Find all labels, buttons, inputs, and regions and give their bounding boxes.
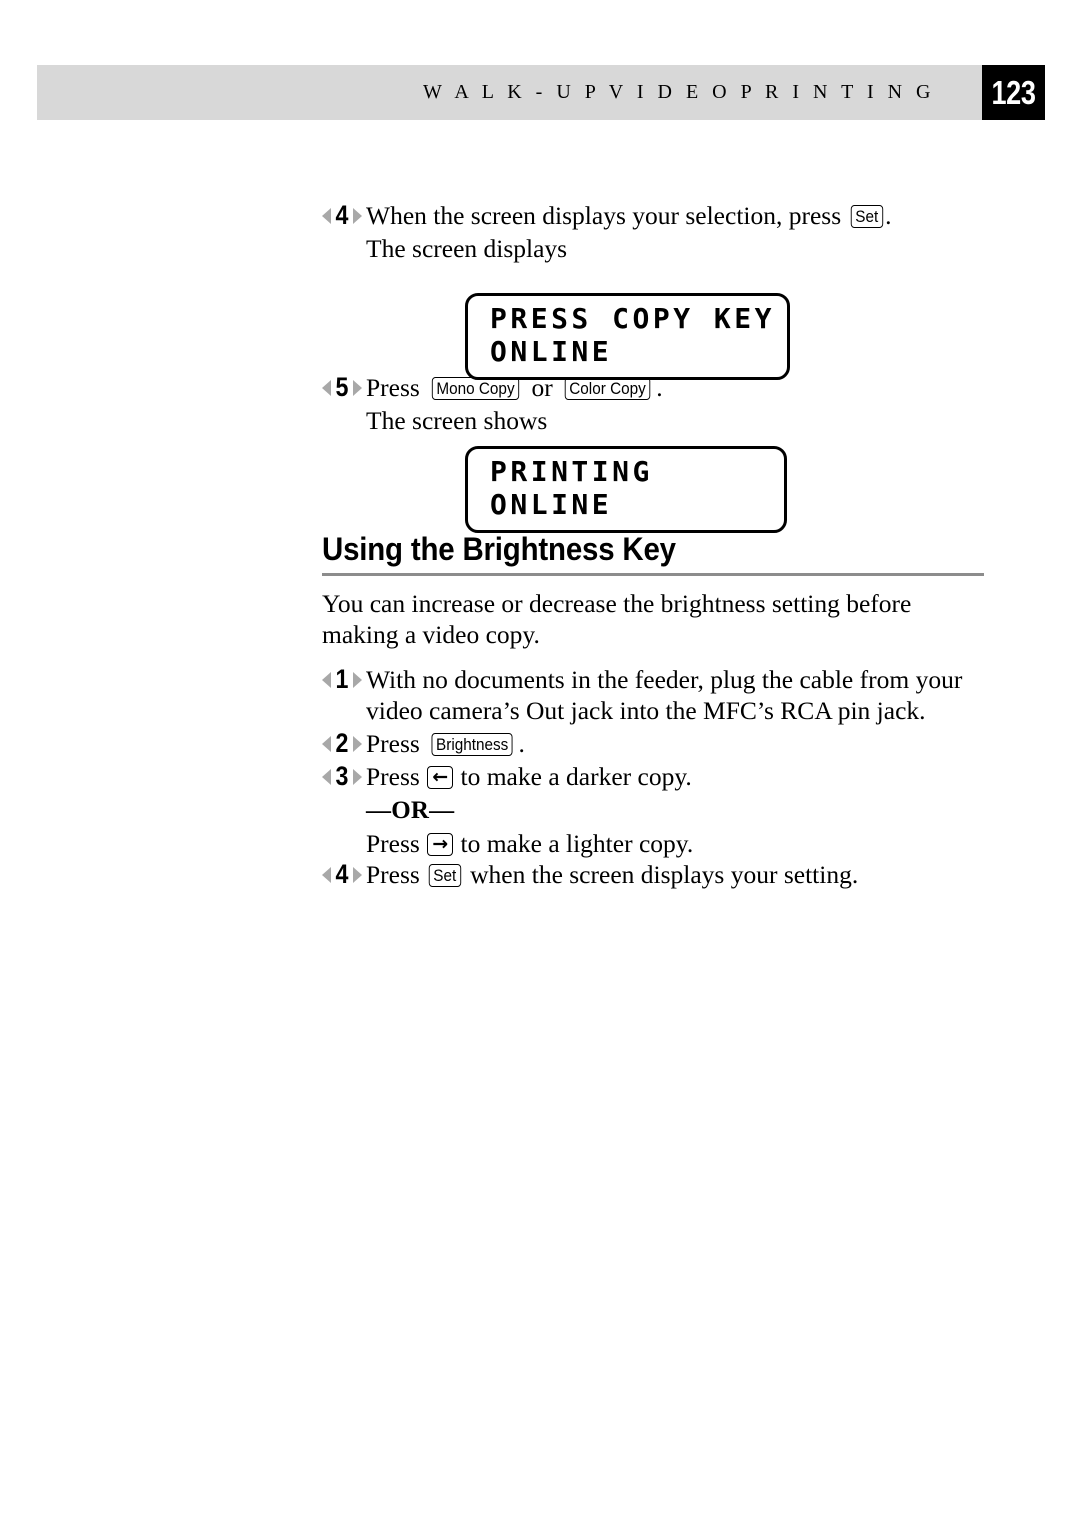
step-marker-3: 3 xyxy=(322,761,364,791)
lcd-display-1: PRESS COPY KEY ONLINE xyxy=(465,293,790,380)
step-text: With no documents in the feeder, plug th… xyxy=(366,664,992,726)
step-marker-1: 1 xyxy=(322,664,364,694)
key-set[interactable]: Set xyxy=(428,864,461,887)
step-text-line-2: camera’s Out jack into the MFC’s RCA pin… xyxy=(429,696,926,725)
step-text: Press Mono Copy or Color Copy. xyxy=(366,372,1036,403)
step-4-top-continuation: The screen displays xyxy=(366,234,568,263)
step-text: Press Brightness. xyxy=(366,728,992,759)
step-wing-right-icon xyxy=(353,672,362,688)
content-column: 4 When the screen displays your selectio… xyxy=(322,200,992,889)
step-text-after-key: . xyxy=(518,729,525,758)
key-brightness[interactable]: Brightness xyxy=(431,733,514,756)
step-text-before-key: Press xyxy=(366,762,427,791)
key-right-arrow-icon[interactable]: → xyxy=(427,833,454,856)
step-text-after-key: when the screen displays your setting. xyxy=(463,860,859,889)
step-number: 2 xyxy=(335,728,349,758)
step-wing-left-icon xyxy=(322,736,331,752)
step-text: When the screen displays your selection,… xyxy=(366,200,992,231)
step-4-final: 4 Press Set when the screen displays you… xyxy=(322,859,992,890)
step-wing-right-icon xyxy=(353,736,362,752)
step-text-before-key: Press xyxy=(366,829,427,858)
lcd-line-1: PRESS COPY KEY xyxy=(490,302,776,335)
step-3: 3 Press ← to make a darker copy. xyxy=(322,761,992,792)
step-text-before-key: Press xyxy=(366,860,427,889)
step-text-before-key: Press xyxy=(366,373,427,402)
step-number: 5 xyxy=(335,372,349,402)
section-heading: Using the Brightness Key xyxy=(322,531,676,567)
step-text-middle: or xyxy=(525,373,560,402)
step-4-top: 4 When the screen displays your selectio… xyxy=(322,200,992,231)
section-heading-block: Using the Brightness Key xyxy=(322,530,984,576)
lcd-line-1: PRINTING xyxy=(490,455,653,488)
key-left-arrow-icon[interactable]: ← xyxy=(427,766,454,789)
step-marker-5-top: 5 xyxy=(322,372,364,402)
step-wing-left-icon xyxy=(322,769,331,785)
step-text: Press Set when the screen displays your … xyxy=(366,859,992,890)
lcd-line-2: ONLINE xyxy=(490,335,613,368)
page-number-box: 123 xyxy=(982,65,1045,120)
step-text-before-key: When the screen displays your selection,… xyxy=(366,201,848,230)
step-text-before-key: Press xyxy=(366,729,427,758)
step-number: 3 xyxy=(335,761,349,791)
running-header-title: W A L K - U P V I D E O P R I N T I N G xyxy=(422,81,935,103)
step-wing-right-icon xyxy=(353,867,362,883)
or-label: —OR— xyxy=(366,797,455,824)
step-text-after-key: . xyxy=(885,201,892,230)
key-mono-copy[interactable]: Mono Copy xyxy=(432,377,520,400)
step-number: 1 xyxy=(335,664,349,694)
step-2: 2 Press Brightness. xyxy=(322,728,992,759)
step-1: 1 With no documents in the feeder, plug … xyxy=(322,664,992,726)
lcd-line-2: ONLINE xyxy=(490,488,613,521)
step-5-top-continuation: The screen shows xyxy=(366,406,548,435)
page-header: W A L K - U P V I D E O P R I N T I N G … xyxy=(37,65,1045,120)
step-wing-left-icon xyxy=(322,672,331,688)
step-text-after-key: . xyxy=(656,373,663,402)
step-wing-right-icon xyxy=(353,769,362,785)
page-number: 123 xyxy=(991,74,1036,111)
step-number: 4 xyxy=(335,859,349,889)
step-text-after-key: to make a lighter copy. xyxy=(454,829,694,858)
lcd-display-2: PRINTING ONLINE xyxy=(465,446,787,533)
step-text: Press ← to make a darker copy. xyxy=(366,761,992,792)
step-wing-right-icon xyxy=(353,208,362,224)
step-number: 4 xyxy=(335,200,349,230)
step-marker-4-top: 4 xyxy=(322,200,364,230)
step-wing-left-icon xyxy=(322,208,331,224)
step-text-after-key: to make a darker copy. xyxy=(454,762,692,791)
step-wing-left-icon xyxy=(322,867,331,883)
step-marker-4-final: 4 xyxy=(322,859,364,889)
section-divider xyxy=(322,573,984,576)
key-set[interactable]: Set xyxy=(850,205,883,228)
section-intro-paragraph: You can increase or decrease the brightn… xyxy=(322,589,912,649)
step-wing-left-icon xyxy=(322,380,331,396)
or-alternative-line: Press → to make a lighter copy. xyxy=(322,828,992,859)
step-5-top: 5 Press Mono Copy or Color Copy. xyxy=(322,372,1036,403)
section-body: You can increase or decrease the brightn… xyxy=(322,588,992,892)
key-color-copy[interactable]: Color Copy xyxy=(564,377,651,400)
step-marker-2: 2 xyxy=(322,728,364,758)
step-wing-right-icon xyxy=(353,380,362,396)
